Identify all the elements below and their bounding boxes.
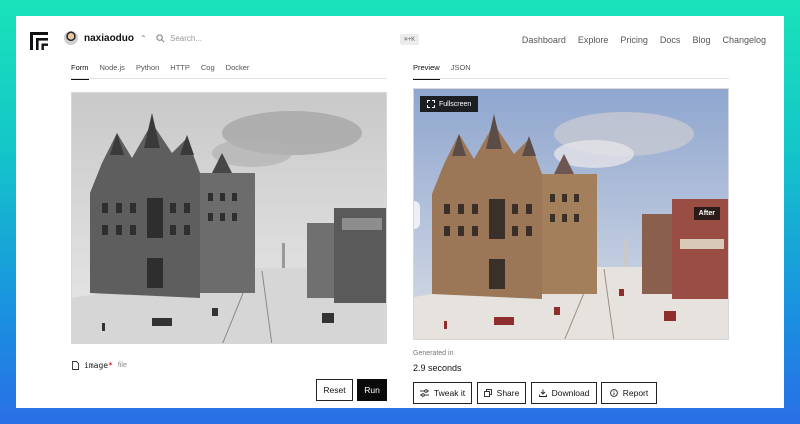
search-icon bbox=[156, 34, 165, 43]
image-field: image* file bbox=[72, 361, 127, 370]
logo-icon[interactable] bbox=[30, 32, 48, 50]
nav-link-pricing[interactable]: Pricing bbox=[620, 35, 648, 45]
copy-icon bbox=[483, 389, 492, 397]
generated-label: Generated in bbox=[413, 350, 454, 357]
search-shortcut-badge: ⌘+K bbox=[400, 34, 419, 45]
search-box[interactable]: Search... bbox=[156, 34, 202, 43]
output-image[interactable]: Fullscreen After bbox=[413, 88, 729, 340]
nav-link-blog[interactable]: Blog bbox=[692, 35, 710, 45]
tab-cog[interactable]: Cog bbox=[201, 63, 215, 79]
nav-link-dashboard[interactable]: Dashboard bbox=[522, 35, 566, 45]
username: naxiaoduo bbox=[84, 32, 135, 44]
sliders-icon bbox=[419, 389, 429, 397]
info-icon bbox=[609, 389, 618, 397]
input-tabs: Form Node.js Python HTTP Cog Docker bbox=[71, 63, 250, 80]
download-icon bbox=[538, 389, 547, 397]
run-button[interactable]: Run bbox=[357, 379, 387, 401]
report-label: Report bbox=[622, 388, 649, 398]
nav-link-explore[interactable]: Explore bbox=[578, 35, 609, 45]
nav-links: Dashboard Explore Pricing Docs Blog Changelog bbox=[522, 35, 766, 45]
output-tabs: Preview JSON bbox=[413, 63, 471, 80]
tab-divider bbox=[413, 78, 729, 79]
after-label: After bbox=[693, 207, 720, 220]
report-button[interactable]: Report bbox=[601, 382, 657, 404]
fullscreen-button[interactable]: Fullscreen bbox=[420, 96, 479, 112]
tab-http[interactable]: HTTP bbox=[170, 63, 190, 79]
generated-time: 2.9 seconds bbox=[413, 363, 462, 373]
tab-node-js[interactable]: Node.js bbox=[100, 63, 125, 79]
tab-preview[interactable]: Preview bbox=[413, 63, 440, 80]
compare-slider-handle[interactable] bbox=[414, 201, 420, 229]
download-button[interactable]: Download bbox=[531, 382, 597, 404]
fullscreen-label: Fullscreen bbox=[439, 100, 472, 108]
file-icon bbox=[72, 361, 79, 370]
nav-link-docs[interactable]: Docs bbox=[660, 35, 681, 45]
expand-icon bbox=[427, 100, 435, 108]
download-label: Download bbox=[551, 388, 590, 398]
share-button[interactable]: Share bbox=[477, 382, 526, 404]
nav-link-changelog[interactable]: Changelog bbox=[722, 35, 766, 45]
chevron-updown-icon: ⌃ bbox=[140, 33, 147, 43]
reset-button[interactable]: Reset bbox=[316, 379, 353, 401]
input-image[interactable] bbox=[71, 92, 387, 344]
app-window: naxiaoduo ⌃ Search... ⌘+K Dashboard Explo… bbox=[16, 16, 784, 408]
tweak-button[interactable]: Tweak it bbox=[413, 382, 472, 404]
top-nav: naxiaoduo ⌃ Search... ⌘+K Dashboard Explo… bbox=[16, 16, 784, 64]
account-switcher[interactable]: naxiaoduo ⌃ bbox=[64, 31, 147, 45]
tab-divider bbox=[71, 78, 387, 79]
avatar bbox=[64, 31, 78, 45]
tab-json[interactable]: JSON bbox=[451, 63, 471, 79]
tab-form[interactable]: Form bbox=[71, 63, 89, 80]
share-label: Share bbox=[496, 388, 520, 398]
field-type: file bbox=[117, 362, 127, 369]
tweak-label: Tweak it bbox=[433, 388, 466, 398]
tab-docker[interactable]: Docker bbox=[226, 63, 250, 79]
search-input[interactable]: Search... bbox=[170, 34, 202, 43]
field-name: image* bbox=[84, 361, 113, 370]
tab-python[interactable]: Python bbox=[136, 63, 159, 79]
